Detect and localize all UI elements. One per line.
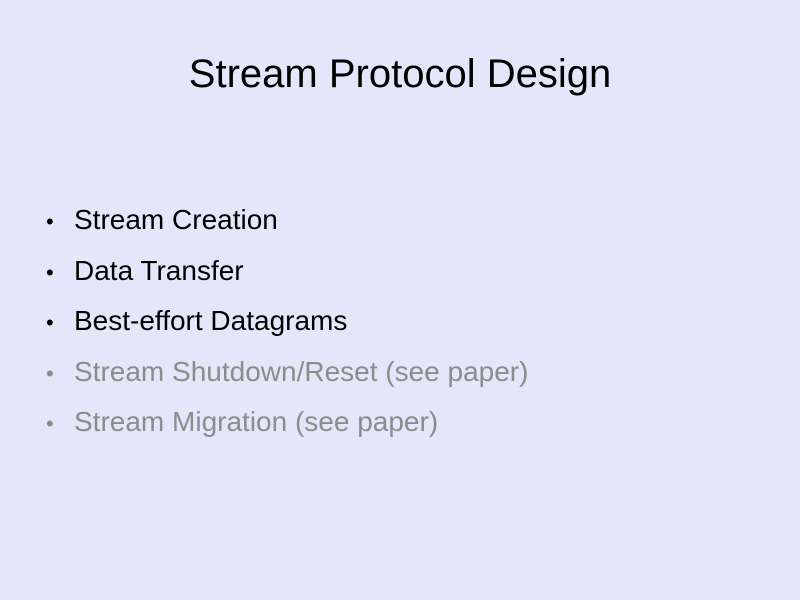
bullet-item-stream-creation: • Stream Creation [46, 195, 528, 246]
bullet-item-data-transfer: • Data Transfer [46, 246, 528, 297]
bullet-icon: • [46, 411, 54, 436]
bullet-icon: • [46, 310, 54, 335]
bullet-list: • Stream Creation • Data Transfer • Best… [46, 195, 528, 448]
bullet-text: Data Transfer [74, 254, 244, 286]
bullet-icon: • [46, 360, 54, 386]
bullet-text: Stream Migration (see paper) [74, 406, 439, 437]
slide-title: Stream Protocol Design [188, 52, 612, 96]
bullet-text: Stream Shutdown/Reset (see paper) [74, 355, 529, 387]
bullet-icon: • [46, 259, 54, 285]
bullet-text: Stream Creation [74, 204, 278, 235]
bullet-item-best-effort-datagrams: • Best-effort Datagrams [46, 296, 528, 347]
bullet-text: Best-effort Datagrams [74, 305, 348, 336]
bullet-item-stream-migration: • Stream Migration (see paper) [46, 397, 528, 448]
bullet-icon: • [46, 209, 54, 234]
bullet-item-stream-shutdown-reset: • Stream Shutdown/Reset (see paper) [46, 347, 528, 398]
slide: Stream Protocol Design • Stream Creation… [0, 0, 800, 600]
